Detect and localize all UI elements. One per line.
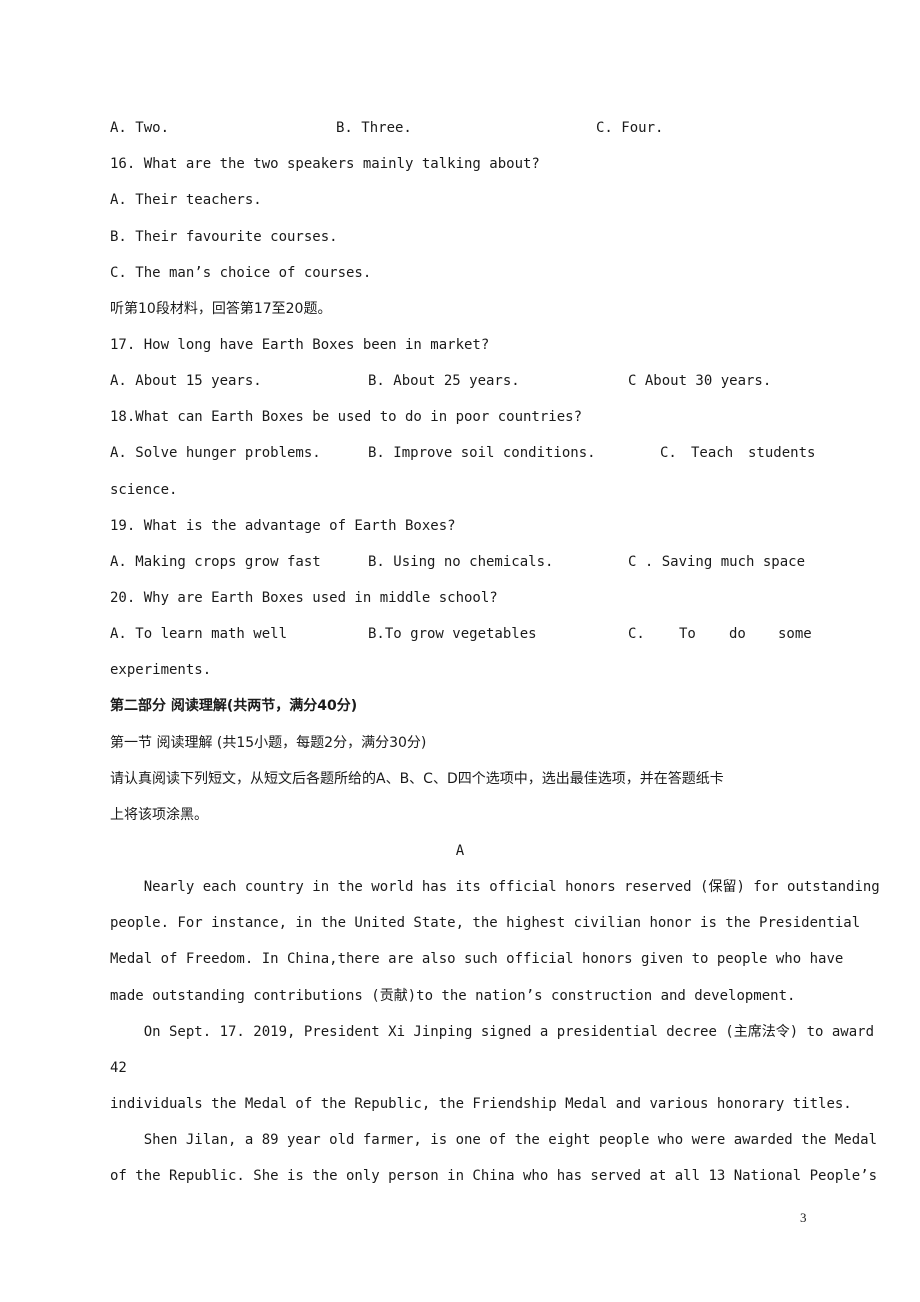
part2-instruction-line1: 请认真阅读下列短文，从短文后各题所给的A、B、C、D四个选项中，选出最佳选项，并… [110, 771, 724, 787]
part2-section1-heading: 第一节 阅读理解 (共15小题，每题2分，满分30分) [110, 735, 427, 751]
page-number: 3 [800, 1210, 807, 1225]
passage-line: 42 [110, 1060, 127, 1076]
q19-question: 19. What is the advantage of Earth Boxes… [110, 518, 456, 534]
q17-option-b: B. About 25 years. [368, 373, 520, 389]
q16-option-c: C. The man’s choice of courses. [110, 265, 372, 281]
q19-option-a: A. Making crops grow fast [110, 554, 321, 570]
q17-option-c: C About 30 years. [628, 373, 772, 389]
q17-option-a: A. About 15 years. [110, 373, 262, 389]
part2-heading: 第二部分 阅读理解(共两节，满分40分) [110, 698, 358, 714]
passage-line: Medal of Freedom. In China,there are als… [110, 951, 844, 967]
q18-option-a: A. Solve hunger problems. [110, 445, 321, 461]
section10-instruction: 听第10段材料，回答第17至20题。 [110, 301, 332, 317]
q20-option-c-continuation: experiments. [110, 662, 212, 678]
q18-option-b: B. Improve soil conditions. [368, 445, 596, 461]
q16-option-a: A. Their teachers. [110, 192, 262, 208]
q19-option-b: B. Using no chemicals. [368, 554, 554, 570]
q16-option-b: B. Their favourite courses. [110, 229, 338, 245]
passage-line: made outstanding contributions (贡献)to th… [110, 988, 796, 1004]
passage-line: individuals the Medal of the Republic, t… [110, 1096, 852, 1112]
passage-line: Nearly each country in the world has its… [110, 879, 880, 895]
q20-question: 20. Why are Earth Boxes used in middle s… [110, 590, 498, 606]
q20-option-c-label: C. [628, 626, 645, 642]
q18-option-c-word2: students [748, 445, 816, 461]
passage-line: On Sept. 17. 2019, President Xi Jinping … [110, 1024, 875, 1040]
q18-question: 18.What can Earth Boxes be used to do in… [110, 409, 583, 425]
q18-option-c-label: C. [660, 445, 677, 461]
q20-option-c-word3: some [778, 626, 812, 642]
q20-option-b: B.To grow vegetables [368, 626, 537, 642]
passage-label: A [455, 843, 465, 859]
q17-question: 17. How long have Earth Boxes been in ma… [110, 337, 490, 353]
q20-option-c-word1: To [679, 626, 696, 642]
q20-option-a: A. To learn math well [110, 626, 288, 642]
q15-option-b: B. Three. [336, 120, 412, 136]
q18-option-c-word1: Teach [691, 445, 734, 461]
passage-line: Shen Jilan, a 89 year old farmer, is one… [110, 1132, 878, 1148]
q15-option-c: C. Four. [596, 120, 664, 136]
q19-option-c: C . Saving much space [628, 554, 806, 570]
q20-option-c-word2: do [729, 626, 746, 642]
passage-line: of the Republic. She is the only person … [110, 1168, 878, 1184]
q18-option-c-continuation: science. [110, 482, 178, 498]
q16-question: 16. What are the two speakers mainly tal… [110, 156, 540, 172]
q15-option-a: A. Two. [110, 120, 170, 136]
passage-line: people. For instance, in the United Stat… [110, 915, 861, 931]
part2-instruction-line2: 上将该项涂黑。 [110, 807, 208, 823]
